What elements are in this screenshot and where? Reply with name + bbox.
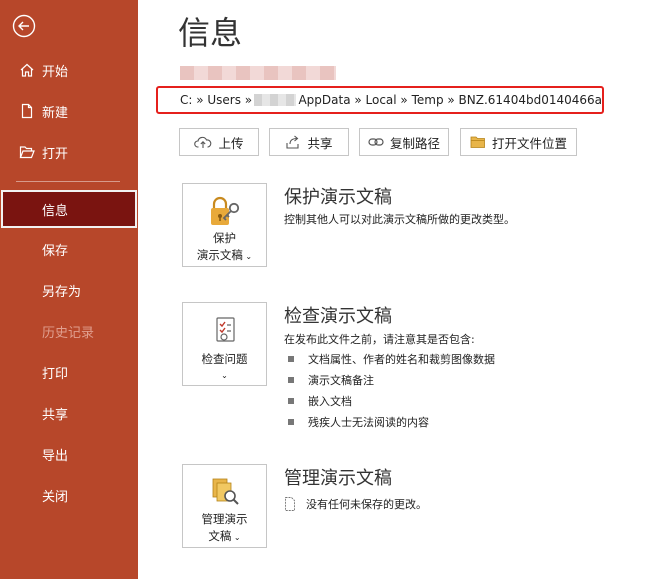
inspect-desc: 在发布此文件之前，请注意其是否包含: (284, 333, 475, 346)
new-file-icon (18, 102, 36, 120)
sidebar-item-label: 新建 (42, 105, 69, 121)
chevron-down-icon: ⌄ (242, 252, 253, 261)
manage-desc-row: 没有任何未保存的更改。 (284, 496, 427, 512)
manage-title: 管理演示文稿 (284, 468, 392, 489)
sidebar-item-label: 关闭 (42, 489, 69, 505)
sidebar-item-label: 保存 (42, 243, 69, 259)
sidebar-item-label: 历史记录 (42, 325, 95, 341)
bullet-icon (288, 377, 294, 383)
list-item: 残疾人士无法阅读的内容 (288, 414, 429, 430)
sidebar-item-label: 另存为 (42, 284, 82, 300)
redacted-filename (180, 66, 336, 80)
redacted-username (254, 94, 297, 106)
sidebar-item-close[interactable]: 关闭 (0, 478, 138, 512)
protect-title: 保护演示文稿 (284, 187, 392, 208)
manage-desc: 没有任何未保存的更改。 (306, 498, 427, 511)
sidebar-item-open[interactable]: 打开 (0, 135, 138, 169)
bullet-icon (288, 419, 294, 425)
sidebar-item-label: 信息 (42, 203, 69, 219)
document-icon (285, 497, 295, 511)
manage-presentation-button[interactable]: 管理演示 文稿 ⌄ (182, 464, 267, 548)
sidebar-item-history: 历史记录 (0, 314, 138, 348)
file-path: C: » Users » AppData » Local » Temp » BN… (156, 86, 604, 114)
sidebar-item-save[interactable]: 保存 (0, 232, 138, 266)
sidebar-item-label: 开始 (42, 64, 69, 80)
sidebar-item-label: 导出 (42, 448, 69, 464)
sidebar-item-label: 打印 (42, 366, 69, 382)
list-item: 嵌入文档 (288, 393, 352, 409)
chevron-down-icon: ⌄ (231, 533, 241, 542)
sidebar-item-label: 打开 (42, 146, 69, 162)
chevron-down-icon: ⌄ (221, 371, 228, 380)
file-path-suffix: AppData » Local » Temp » BNZ.61404bd0140… (298, 93, 602, 107)
sidebar-item-print[interactable]: 打印 (0, 355, 138, 389)
sidebar-item-share[interactable]: 共享 (0, 396, 138, 430)
folder-icon (470, 136, 485, 148)
list-item: 演示文稿备注 (288, 372, 374, 388)
share-button[interactable]: 共享 (269, 128, 349, 156)
backstage-sidebar: 开始 新建 打开 信息 保存 另存为 历史记录 打印 共享 导出 关闭 (0, 0, 138, 579)
bullet-icon (288, 398, 294, 404)
folder-open-icon (18, 143, 36, 161)
bullet-icon (288, 356, 294, 362)
manage-documents-icon (208, 475, 242, 509)
upload-button[interactable]: 上传 (179, 128, 259, 156)
page-title: 信息 (178, 14, 243, 52)
list-item: 文档属性、作者的姓名和裁剪图像数据 (288, 351, 495, 367)
protect-desc: 控制其他人可以对此演示文稿所做的更改类型。 (284, 213, 515, 226)
open-file-location-button[interactable]: 打开文件位置 (460, 128, 577, 156)
sidebar-item-info[interactable]: 信息 (1, 190, 137, 228)
check-for-issues-button[interactable]: 检查问题 ⌄ (182, 302, 267, 386)
sidebar-item-home[interactable]: 开始 (0, 53, 138, 87)
lock-key-icon (207, 194, 243, 228)
sidebar-item-save-as[interactable]: 另存为 (0, 273, 138, 307)
sidebar-item-new[interactable]: 新建 (0, 94, 138, 128)
share-icon (286, 135, 300, 149)
protect-presentation-button[interactable]: 保护 演示文稿 ⌄ (182, 183, 267, 267)
back-arrow-icon (12, 14, 36, 38)
sidebar-item-label: 共享 (42, 407, 69, 423)
cloud-upload-icon (194, 136, 212, 148)
info-pane: 信息 C: » Users » AppData » Local » Temp »… (138, 0, 670, 579)
link-icon (368, 138, 384, 146)
back-button[interactable] (12, 14, 36, 38)
home-icon (18, 61, 36, 79)
inspect-title: 检查演示文稿 (284, 306, 392, 327)
sidebar-item-export[interactable]: 导出 (0, 437, 138, 471)
copy-path-button[interactable]: 复制路径 (359, 128, 449, 156)
file-path-prefix: C: » Users » (180, 93, 253, 107)
sidebar-divider (16, 181, 120, 182)
inspect-document-icon (210, 315, 240, 349)
